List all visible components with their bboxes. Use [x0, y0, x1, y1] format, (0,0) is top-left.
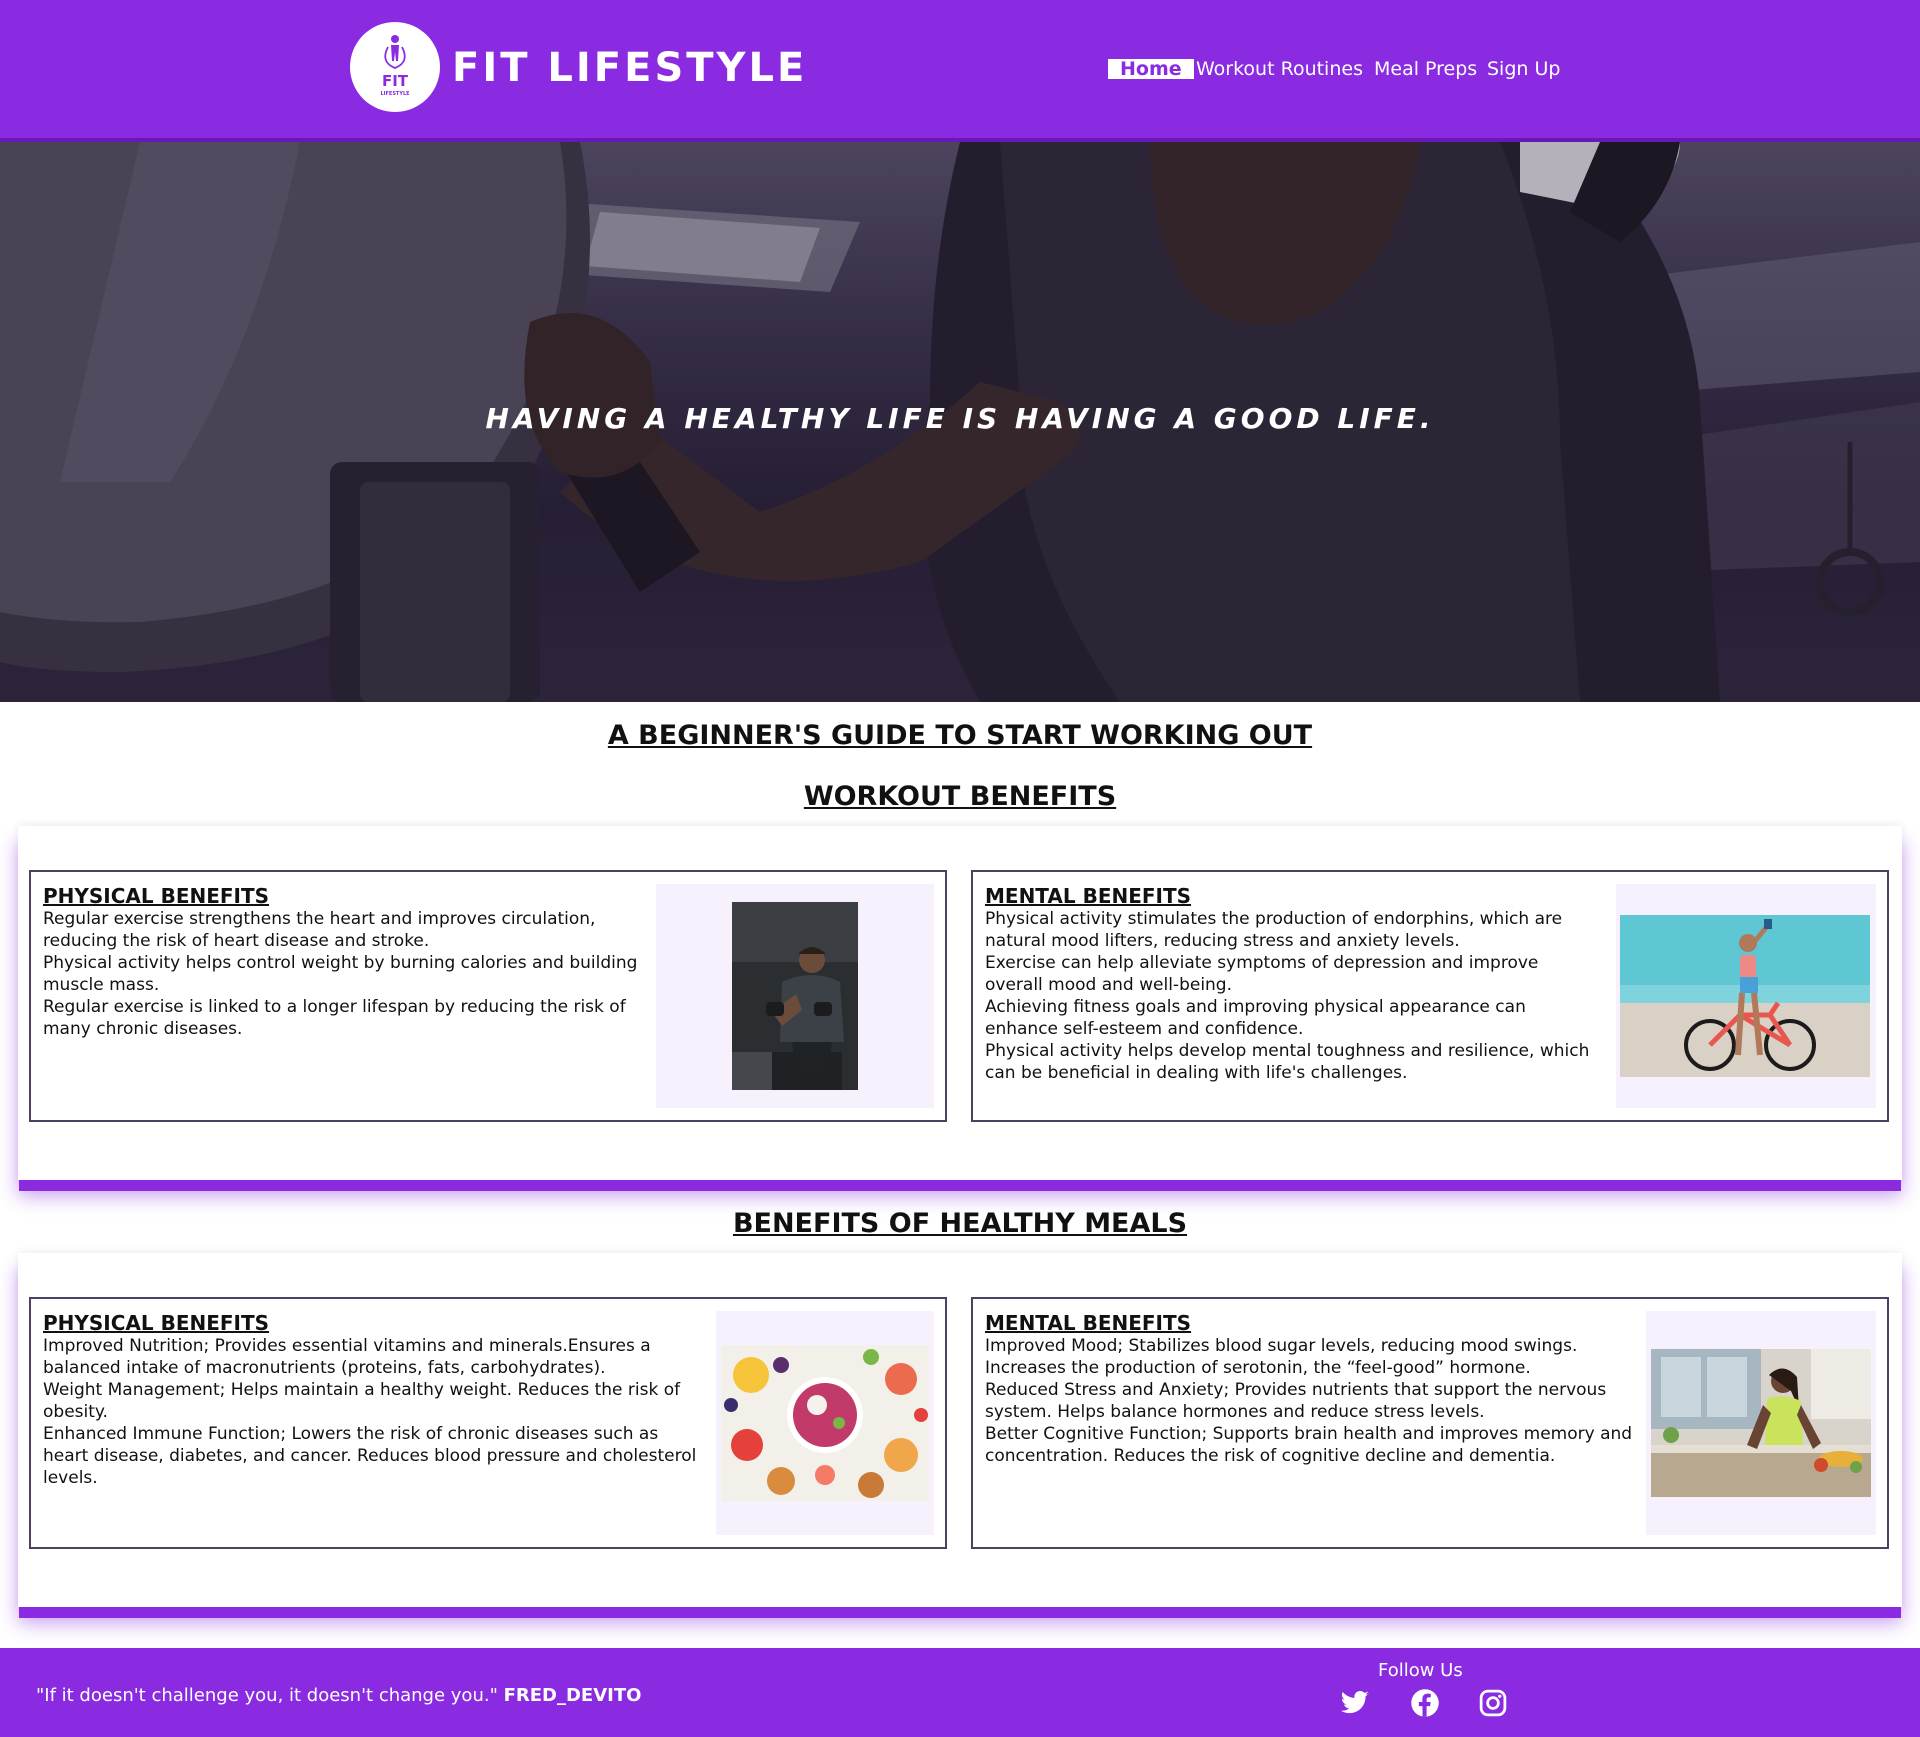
- meals-physical-benefits-card: PHYSICAL BENEFITS Improved Nutrition; Pr…: [29, 1297, 947, 1549]
- workout-benefits-section: PHYSICAL BENEFITS Regular exercise stren…: [18, 826, 1902, 1180]
- card-text-line: Regular exercise is linked to a longer l…: [43, 997, 626, 1039]
- logo-text-bottom: LIFESTYLE: [380, 91, 410, 97]
- facebook-icon[interactable]: [1410, 1688, 1440, 1718]
- quote-text: "If it doesn't challenge you, it doesn't…: [36, 1685, 498, 1706]
- image-frame: [1616, 884, 1876, 1108]
- image-frame: [1646, 1311, 1876, 1535]
- card-text-line: Enhanced Immune Function; Lowers the ris…: [43, 1424, 697, 1488]
- logo[interactable]: FIT LIFESTYLE: [350, 22, 440, 112]
- workout-mental-benefits-card: MENTAL BENEFITS Physical activity stimul…: [971, 870, 1889, 1122]
- woman-kitchen-photo: [1651, 1349, 1871, 1497]
- image-frame: [716, 1311, 934, 1535]
- card-text-line: Regular exercise strengthens the heart a…: [43, 909, 596, 951]
- nav-item-sign-up[interactable]: Sign Up: [1487, 56, 1560, 82]
- card-text-line: Weight Management; Helps maintain a heal…: [43, 1380, 681, 1422]
- nav-item-meal-preps[interactable]: Meal Preps: [1374, 56, 1477, 82]
- instagram-icon[interactable]: [1478, 1688, 1508, 1718]
- image-frame: [656, 884, 934, 1108]
- follow-us-label: Follow Us: [1378, 1660, 1463, 1681]
- workout-physical-benefits-card: PHYSICAL BENEFITS Regular exercise stren…: [29, 870, 947, 1122]
- card-text-line: Physical activity helps control weight b…: [43, 953, 638, 995]
- card-body: Regular exercise strengthens the heart a…: [43, 908, 655, 1040]
- card-text-line: Improved Nutrition; Provides essential v…: [43, 1336, 651, 1378]
- section-title-workout-benefits: WORKOUT BENEFITS: [803, 781, 1117, 812]
- card-text-line: Physical activity stimulates the product…: [985, 909, 1563, 951]
- card-text-line: Achieving fitness goals and improving ph…: [985, 997, 1526, 1039]
- card-text-line: Reduced Stress and Anxiety; Provides nut…: [985, 1380, 1607, 1422]
- card-body: Physical activity stimulates the product…: [985, 908, 1597, 1084]
- card-text-line: Physical activity helps develop mental t…: [985, 1041, 1590, 1083]
- hero-banner: HAVING A HEALTHY LIFE IS HAVING A GOOD L…: [0, 142, 1920, 702]
- logo-text-top: FIT: [382, 72, 409, 90]
- site-footer: "If it doesn't challenge you, it doesn't…: [0, 1648, 1920, 1737]
- card-title: MENTAL BENEFITS: [985, 1311, 1192, 1335]
- card-text-line: Exercise can help alleviate symptoms of …: [985, 953, 1539, 995]
- brand-name: FIT LIFESTYLE: [452, 45, 808, 91]
- page-title: A BEGINNER'S GUIDE TO START WORKING OUT: [607, 720, 1313, 751]
- nav-item-home[interactable]: Home: [1108, 59, 1194, 79]
- hero-tagline: HAVING A HEALTHY LIFE IS HAVING A GOOD L…: [485, 402, 1435, 435]
- card-body: Improved Nutrition; Provides essential v…: [43, 1335, 703, 1489]
- section-title-healthy-meals: BENEFITS OF HEALTHY MEALS: [732, 1208, 1188, 1239]
- meals-mental-benefits-card: MENTAL BENEFITS Improved Mood; Stabilize…: [971, 1297, 1889, 1549]
- nav-item-workout-routines[interactable]: Workout Routines: [1196, 56, 1363, 82]
- card-title: MENTAL BENEFITS: [985, 884, 1192, 908]
- card-body: Improved Mood; Stabilizes blood sugar le…: [985, 1335, 1645, 1467]
- man-dumbbells-photo: [732, 902, 858, 1090]
- footer-quote: "If it doesn't challenge you, it doesn't…: [36, 1685, 641, 1706]
- jump-rope-figure-icon: FIT LIFESTYLE: [380, 35, 410, 97]
- card-title: PHYSICAL BENEFITS: [43, 1311, 270, 1335]
- card-text-line: Better Cognitive Function; Supports brai…: [985, 1424, 1633, 1466]
- card-title: PHYSICAL BENEFITS: [43, 884, 270, 908]
- site-header: FIT LIFESTYLE FIT LIFESTYLE Home Workout…: [0, 0, 1920, 142]
- healthy-meals-section: PHYSICAL BENEFITS Improved Nutrition; Pr…: [18, 1253, 1902, 1607]
- quote-author: FRED_DEVITO: [503, 1685, 642, 1706]
- twitter-icon[interactable]: [1340, 1688, 1370, 1718]
- card-text-line: Improved Mood; Stabilizes blood sugar le…: [985, 1336, 1578, 1378]
- fruit-bowl-photo: [721, 1345, 929, 1501]
- woman-bicycle-beach-photo: [1620, 915, 1870, 1077]
